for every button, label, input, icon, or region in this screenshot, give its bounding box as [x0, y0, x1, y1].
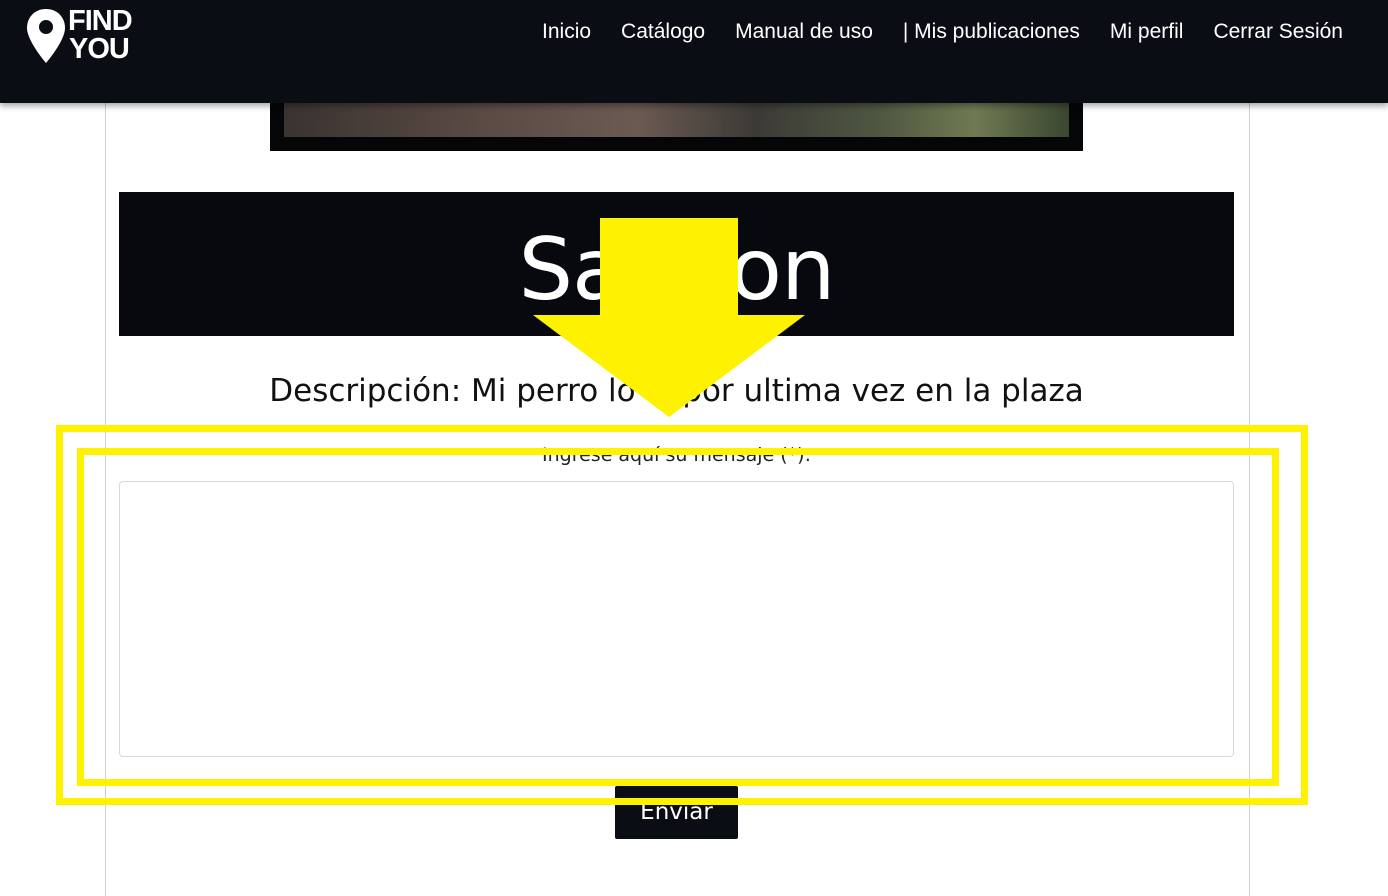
findyou-logo[interactable]: FIND YOU	[26, 6, 146, 66]
nav-item-manual[interactable]: Manual de uso	[735, 18, 873, 46]
nav-item-mi-perfil[interactable]: Mi perfil	[1110, 18, 1184, 46]
post-title-bar: Salmon	[119, 192, 1234, 336]
page: FIND YOU Inicio Catálogo Manual de uso |…	[0, 0, 1388, 896]
nav-item-inicio[interactable]: Inicio	[542, 18, 591, 46]
nav-item-cerrar-sesion[interactable]: Cerrar Sesión	[1213, 18, 1343, 46]
logo-line2: YOU	[69, 33, 130, 65]
logo-line1: FIND	[68, 5, 133, 37]
logo-text: FIND YOU	[68, 5, 133, 65]
send-button[interactable]: Enviar	[615, 786, 738, 839]
navbar: FIND YOU Inicio Catálogo Manual de uso |…	[0, 0, 1388, 103]
post-title: Salmon	[518, 220, 835, 320]
content-card	[105, 60, 1250, 896]
nav-item-mis-publicaciones[interactable]: | Mis publicaciones	[903, 18, 1080, 46]
message-textarea[interactable]	[119, 481, 1234, 757]
location-pin-icon	[27, 9, 65, 63]
message-label: Ingrese aquí su mensaje (*):	[542, 444, 811, 466]
nav-links: Inicio Catálogo Manual de uso | Mis publ…	[542, 18, 1343, 46]
post-description: Descripción: Mi perro lo vi por ultima v…	[269, 373, 1084, 409]
nav-item-catalogo[interactable]: Catálogo	[621, 18, 705, 46]
